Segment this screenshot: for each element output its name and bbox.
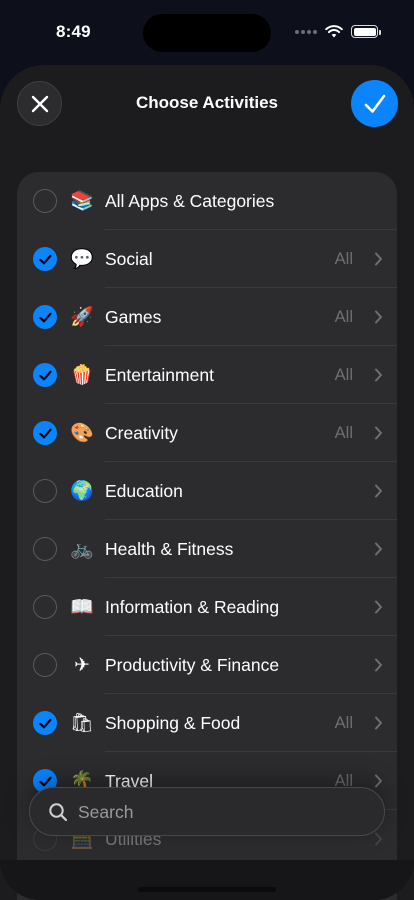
- wifi-icon: [325, 25, 343, 38]
- checkmark-icon: [38, 312, 52, 322]
- status-time: 8:49: [56, 22, 91, 41]
- checkbox-checked[interactable]: [33, 421, 57, 445]
- category-label: Education: [105, 481, 183, 501]
- checkbox-unchecked[interactable]: [33, 595, 57, 619]
- selection-detail: All: [334, 366, 353, 384]
- checkbox-checked[interactable]: [33, 305, 57, 329]
- paper-plane-icon: ✈: [74, 654, 90, 676]
- checkmark-icon: [38, 254, 52, 264]
- category-label: Productivity & Finance: [105, 655, 280, 675]
- stack-icon: 📚: [70, 190, 94, 212]
- chevron-right-icon[interactable]: [374, 368, 383, 382]
- checkbox-checked[interactable]: [33, 247, 57, 271]
- screen: 8:49 Choose Activities 📚 All Apps & Categ…: [0, 0, 414, 900]
- checkbox-unchecked[interactable]: [33, 537, 57, 561]
- sheet-footer: [0, 860, 414, 900]
- book-icon: 📖: [70, 596, 94, 618]
- status-icons: [295, 25, 381, 38]
- category-label: Information & Reading: [105, 597, 280, 617]
- checkmark-icon: [38, 718, 52, 728]
- category-row[interactable]: 🚀 Games All: [17, 288, 397, 346]
- speech-bubble-heart-icon: 💬: [70, 248, 94, 270]
- checkmark-icon: [38, 776, 52, 786]
- selection-detail: All: [334, 308, 353, 326]
- dynamic-island: [143, 14, 271, 52]
- cellular-signal-icon: [295, 29, 317, 34]
- checkmark-icon: [38, 370, 52, 380]
- activity-picker-sheet: Choose Activities 📚 All Apps & Categories…: [0, 65, 414, 900]
- rocket-icon: 🚀: [70, 306, 94, 328]
- chevron-right-icon[interactable]: [374, 600, 383, 614]
- selection-detail: All: [334, 424, 353, 442]
- chevron-right-icon[interactable]: [374, 832, 383, 846]
- battery-icon: [351, 25, 381, 38]
- search-icon: [49, 803, 68, 822]
- category-row[interactable]: 🌍 Education: [17, 462, 397, 520]
- category-label: Games: [105, 307, 162, 327]
- chevron-right-icon[interactable]: [374, 484, 383, 498]
- category-row[interactable]: 📖 Information & Reading: [17, 578, 397, 636]
- category-row[interactable]: 📚 All Apps & Categories: [17, 172, 397, 230]
- checkmark-icon: [38, 428, 52, 438]
- checkbox-checked[interactable]: [33, 363, 57, 387]
- category-label: All Apps & Categories: [105, 191, 275, 211]
- home-indicator: [138, 887, 276, 892]
- category-row[interactable]: 💬 Social All: [17, 230, 397, 288]
- category-label: Social: [105, 249, 153, 269]
- palette-icon: 🎨: [70, 422, 94, 444]
- category-label: Health & Fitness: [105, 539, 234, 559]
- chevron-right-icon[interactable]: [374, 658, 383, 672]
- chevron-right-icon[interactable]: [374, 542, 383, 556]
- category-row[interactable]: 🎨 Creativity All: [17, 404, 397, 462]
- popcorn-icon: 🍿: [70, 364, 94, 386]
- category-row[interactable]: 🚲 Health & Fitness: [17, 520, 397, 578]
- selection-detail: All: [334, 714, 353, 732]
- selection-detail: All: [334, 250, 353, 268]
- shopping-bag-icon: 🛍: [69, 712, 95, 734]
- checkbox-unchecked[interactable]: [33, 189, 57, 213]
- category-label: Creativity: [105, 423, 178, 443]
- chevron-right-icon[interactable]: [374, 310, 383, 324]
- category-row[interactable]: 🛍 Shopping & Food All: [17, 694, 397, 752]
- chevron-right-icon[interactable]: [374, 426, 383, 440]
- checkbox-unchecked[interactable]: [33, 479, 57, 503]
- search-input[interactable]: [78, 800, 368, 824]
- category-label: Entertainment: [105, 365, 214, 385]
- bicycle-icon: 🚲: [70, 538, 94, 560]
- status-bar: 8:49: [0, 0, 414, 62]
- globe-icon: 🌍: [70, 480, 94, 502]
- checkmark-icon: [364, 94, 385, 113]
- confirm-button[interactable]: [352, 81, 397, 126]
- category-label: Shopping & Food: [105, 713, 241, 733]
- chevron-right-icon[interactable]: [374, 716, 383, 730]
- checkbox-unchecked[interactable]: [33, 653, 57, 677]
- search-field[interactable]: [29, 787, 385, 836]
- chevron-right-icon[interactable]: [374, 252, 383, 266]
- category-row[interactable]: 🍿 Entertainment All: [17, 346, 397, 404]
- chevron-right-icon[interactable]: [374, 774, 383, 788]
- checkbox-checked[interactable]: [33, 711, 57, 735]
- category-row[interactable]: ✈ Productivity & Finance: [17, 636, 397, 694]
